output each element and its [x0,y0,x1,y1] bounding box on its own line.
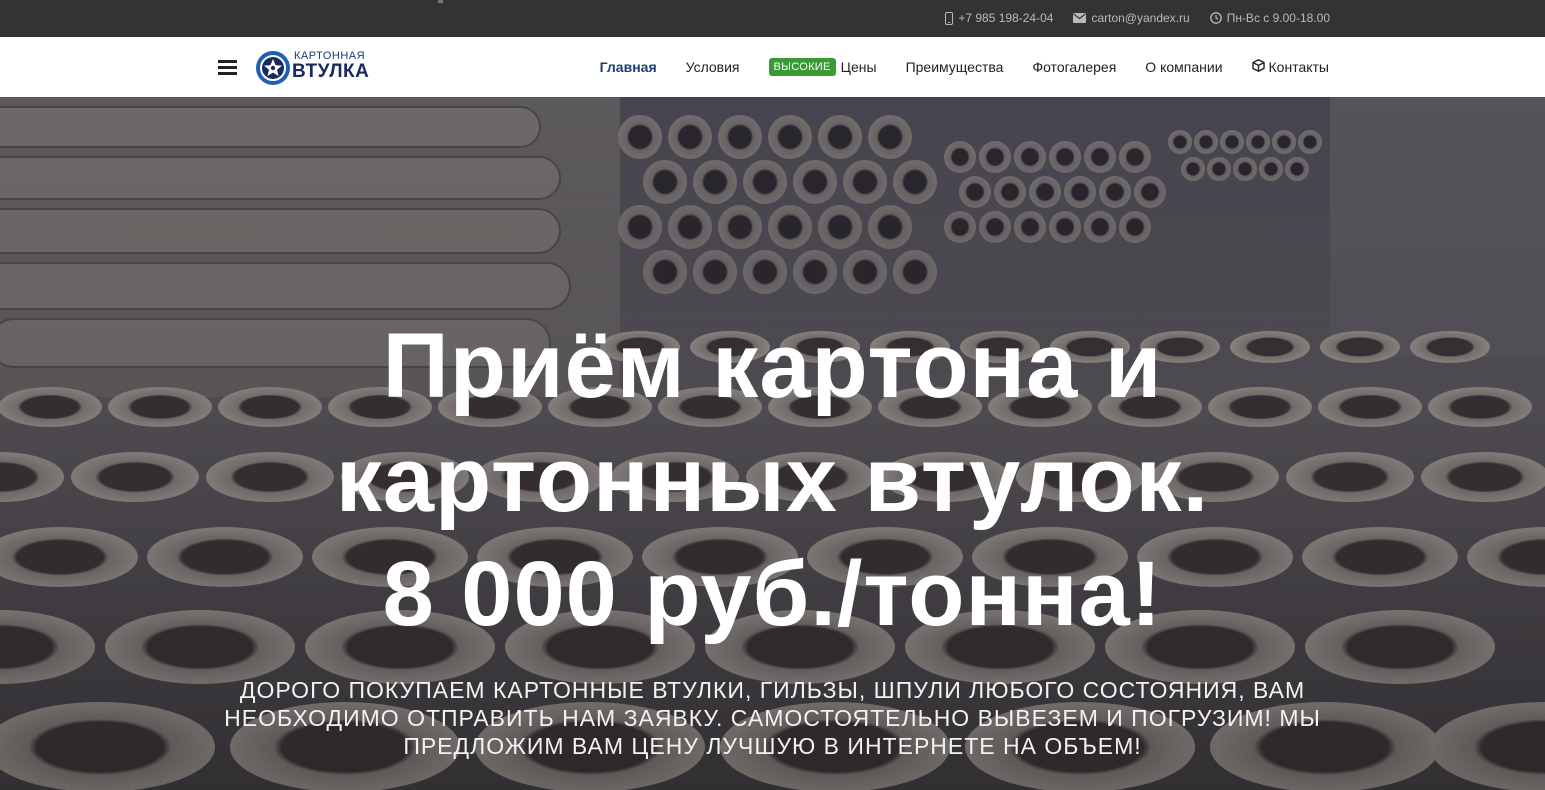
headline-line-3-price: 8 000 руб./тонна! [382,543,1163,645]
headline-line-2: картонных втулок. [335,429,1210,531]
email-contact[interactable]: carton@yandex.ru [1073,11,1190,25]
cube-icon [1251,59,1265,75]
top-edge-marker [438,0,443,3]
nav-contacts-label: Контакты [1268,59,1329,75]
mobile-phone-icon [945,11,954,25]
email-address[interactable]: carton@yandex.ru [1091,11,1189,25]
nav-about[interactable]: О компании [1145,59,1222,75]
nav-prices-label: Цены [840,59,877,75]
top-contact-bar: +7 985 198-24-04 carton@yandex.ru Пн-Вс … [0,0,1545,37]
phone-number[interactable]: +7 985 198-24-04 [958,11,1053,25]
nav-prices[interactable]: ВЫСОКИЕ Цены [768,58,877,76]
nav-gallery[interactable]: Фотогалерея [1032,59,1116,75]
nav-advantages[interactable]: Преимущества [906,59,1004,75]
site-header: КАРТОННАЯ ВТУЛКА Главная Условия ВЫСОКИЕ… [0,37,1545,97]
nav-contacts[interactable]: Контакты [1251,59,1329,75]
hero-headline: Приём картона и картонных втулок. 8 000 … [0,309,1545,651]
headline-line-1: Приём картона и [382,315,1163,417]
nav-home[interactable]: Главная [600,59,657,75]
hours-text: Пн-Вс с 9.00-18.00 [1226,11,1330,25]
site-logo[interactable]: КАРТОННАЯ ВТУЛКА [256,48,376,86]
prices-badge: ВЫСОКИЕ [768,58,836,76]
hero-description: ДОРОГО ПОКУПАЕМ КАРТОННЫЕ ВТУЛКИ, ГИЛЬЗЫ… [224,677,1321,759]
clock-icon [1209,12,1222,24]
hamburger-menu-icon[interactable] [218,60,237,75]
logo-big-text: ВТУЛКА [292,61,370,82]
phone-contact[interactable]: +7 985 198-24-04 [945,11,1053,25]
main-navigation: Главная Условия ВЫСОКИЕ Цены Преимуществ… [571,37,1329,97]
logo-star-icon [256,51,290,85]
envelope-icon [1073,13,1087,23]
working-hours: Пн-Вс с 9.00-18.00 [1209,11,1330,25]
nav-conditions[interactable]: Условия [686,59,740,75]
contact-list: +7 985 198-24-04 carton@yandex.ru Пн-Вс … [945,11,1330,25]
hero-banner: Приём картона и картонных втулок. 8 000 … [0,97,1545,790]
